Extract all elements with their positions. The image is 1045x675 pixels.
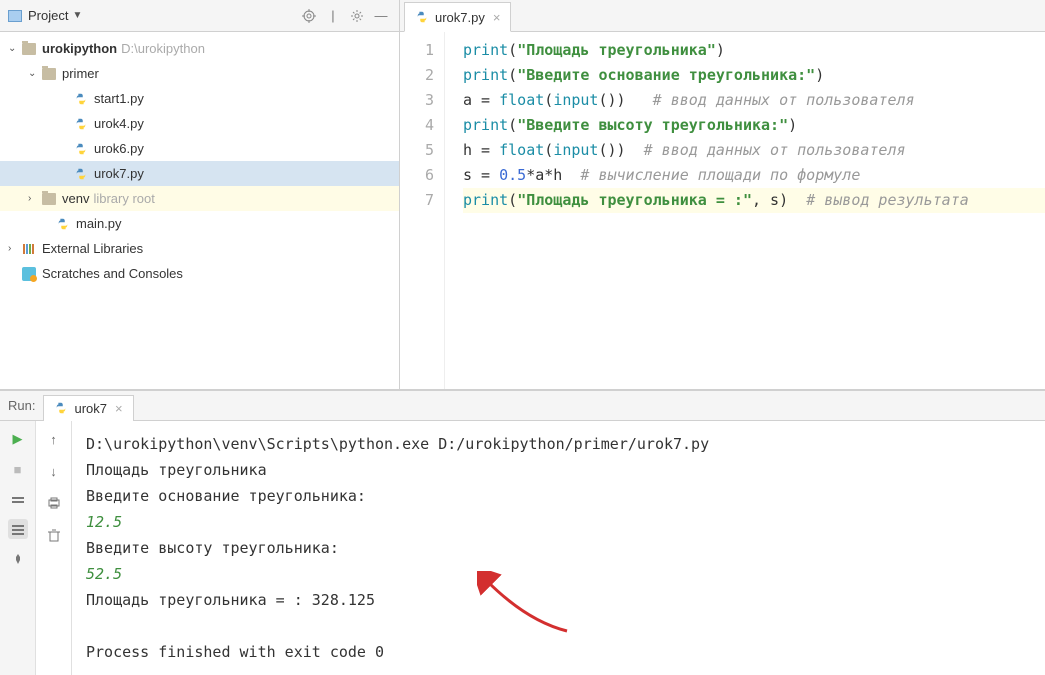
file-label: main.py xyxy=(76,216,122,231)
folder-label: venv xyxy=(62,191,89,206)
line-number: 7 xyxy=(400,188,434,213)
folder-label: primer xyxy=(62,66,99,81)
scratch-label: Scratches and Consoles xyxy=(42,266,183,281)
run-tab-label: urok7 xyxy=(74,401,107,416)
annotation-arrow-icon xyxy=(477,571,577,649)
extlib-label: External Libraries xyxy=(42,241,143,256)
tree-folder-venv[interactable]: › venv library root xyxy=(0,186,399,211)
line-number: 2 xyxy=(400,63,434,88)
chevron-down-icon[interactable]: ⌄ xyxy=(8,43,22,54)
minimize-icon[interactable]: — xyxy=(371,6,391,26)
tree-file-selected[interactable]: › urok7.py xyxy=(0,161,399,186)
console-line: Введите высоту треугольника: xyxy=(86,535,1031,561)
chevron-right-icon[interactable]: › xyxy=(28,193,42,204)
file-label: urok6.py xyxy=(94,141,144,156)
chevron-right-icon[interactable]: › xyxy=(8,243,22,254)
python-file-icon xyxy=(74,167,88,181)
run-label: Run: xyxy=(8,398,35,413)
close-icon[interactable]: × xyxy=(115,401,123,416)
libraries-icon xyxy=(22,242,36,256)
editor-pane: urok7.py × 1 2 3 4 5 6 7 print("Площадь … xyxy=(400,0,1045,389)
file-label: start1.py xyxy=(94,91,144,106)
tree-file[interactable]: › urok6.py xyxy=(0,136,399,161)
line-number: 1 xyxy=(400,38,434,63)
root-path: D:\urokipython xyxy=(121,41,205,56)
tab-label: urok7.py xyxy=(435,10,485,25)
python-file-icon xyxy=(56,217,70,231)
layout-icon[interactable] xyxy=(8,489,28,509)
divider-icon: | xyxy=(323,6,343,26)
console-line: Площадь треугольника xyxy=(86,457,1031,483)
run-tab[interactable]: urok7 × xyxy=(43,395,133,421)
python-file-icon xyxy=(74,92,88,106)
python-file-icon xyxy=(54,401,68,415)
project-pane-icon xyxy=(8,10,22,22)
close-icon[interactable]: × xyxy=(493,10,501,25)
line-number: 5 xyxy=(400,138,434,163)
folder-icon xyxy=(22,43,36,55)
line-number: 6 xyxy=(400,163,434,188)
project-sidebar: Project ▼ | — ⌄ urokipython D:\urokipyth… xyxy=(0,0,400,389)
console-line: D:\urokipython\venv\Scripts\python.exe D… xyxy=(86,431,1031,457)
folder-icon xyxy=(42,68,56,80)
up-arrow-icon[interactable]: ↑ xyxy=(44,429,64,449)
project-label[interactable]: Project xyxy=(28,8,68,23)
code-text[interactable]: print("Площадь треугольника") print("Вве… xyxy=(445,32,1045,389)
settings-gear-icon[interactable] xyxy=(347,6,367,26)
chevron-down-icon[interactable]: ⌄ xyxy=(28,68,42,79)
sidebar-header: Project ▼ | — xyxy=(0,0,399,32)
scratches-icon xyxy=(22,267,36,281)
python-file-icon xyxy=(415,10,429,24)
down-arrow-icon[interactable]: ↓ xyxy=(44,461,64,481)
print-icon[interactable] xyxy=(44,493,64,513)
editor-tabbar: urok7.py × xyxy=(400,0,1045,32)
tree-file[interactable]: › start1.py xyxy=(0,86,399,111)
target-icon[interactable] xyxy=(299,6,319,26)
console-line: Введите основание треугольника: xyxy=(86,483,1031,509)
python-file-icon xyxy=(74,142,88,156)
tree-scratches[interactable]: › Scratches and Consoles xyxy=(0,261,399,286)
tree-external-libraries[interactable]: › External Libraries xyxy=(0,236,399,261)
pin-icon[interactable] xyxy=(8,549,28,569)
file-label: urok7.py xyxy=(94,166,144,181)
trash-icon[interactable] xyxy=(44,525,64,545)
stop-icon[interactable]: ■ xyxy=(8,459,28,479)
tree-file[interactable]: › urok4.py xyxy=(0,111,399,136)
tree-file[interactable]: › main.py xyxy=(0,211,399,236)
run-toolbar-right: ↑ ↓ xyxy=(36,421,72,675)
editor-tab[interactable]: urok7.py × xyxy=(404,2,511,32)
line-gutter: 1 2 3 4 5 6 7 xyxy=(400,32,445,389)
run-icon[interactable]: ▶ xyxy=(8,429,28,449)
root-name: urokipython xyxy=(42,41,117,56)
tree-root[interactable]: ⌄ urokipython D:\urokipython xyxy=(0,36,399,61)
line-number: 3 xyxy=(400,88,434,113)
dropdown-arrow-icon[interactable]: ▼ xyxy=(72,10,82,21)
code-area[interactable]: 1 2 3 4 5 6 7 print("Площадь треугольник… xyxy=(400,32,1045,389)
python-file-icon xyxy=(74,117,88,131)
run-panel: Run: urok7 × ▶ ■ ↑ ↓ D:\urokipython\venv… xyxy=(0,390,1045,675)
file-label: urok4.py xyxy=(94,116,144,131)
folder-icon xyxy=(42,193,56,205)
console-output[interactable]: D:\urokipython\venv\Scripts\python.exe D… xyxy=(72,421,1045,675)
layout2-icon[interactable] xyxy=(8,519,28,539)
console-input-line: 12.5 xyxy=(86,509,1031,535)
folder-extra: library root xyxy=(93,191,154,206)
run-header: Run: urok7 × xyxy=(0,391,1045,421)
run-body: ▶ ■ ↑ ↓ D:\urokipython\venv\Scripts\pyth… xyxy=(0,421,1045,675)
run-toolbar-left: ▶ ■ xyxy=(0,421,36,675)
project-tree: ⌄ urokipython D:\urokipython ⌄ primer › … xyxy=(0,32,399,389)
tree-folder-primer[interactable]: ⌄ primer xyxy=(0,61,399,86)
line-number: 4 xyxy=(400,113,434,138)
